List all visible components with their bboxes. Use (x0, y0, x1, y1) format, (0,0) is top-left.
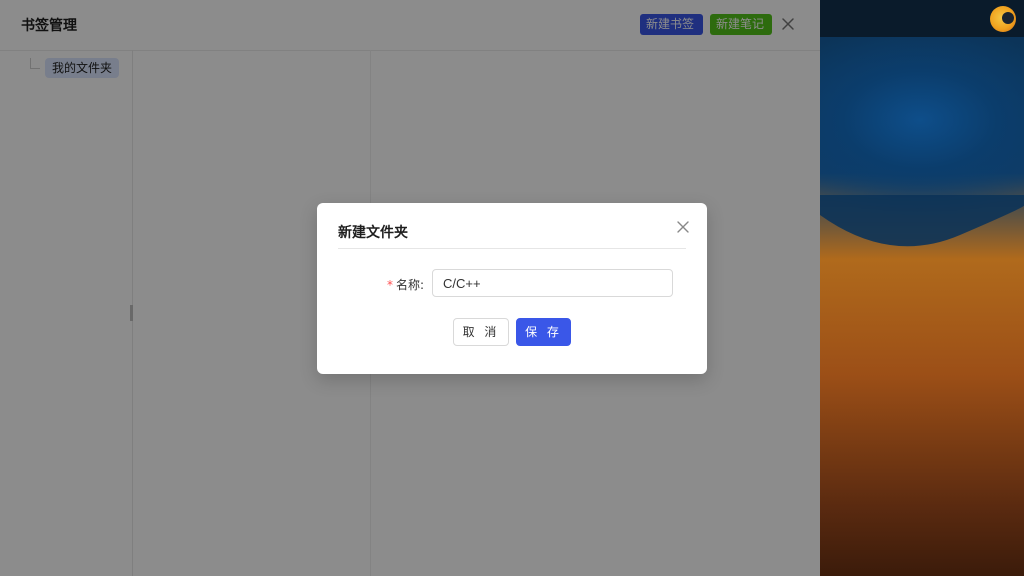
dialog-divider (338, 248, 686, 249)
dialog-title: 新建文件夹 (338, 225, 408, 241)
name-field-label: * 名称: (387, 276, 424, 293)
desktop-wallpaper (820, 0, 1024, 576)
name-label-text: 名称: (396, 278, 425, 292)
app-logo-icon[interactable] (990, 6, 1016, 32)
new-folder-dialog: 新建文件夹 *名称: 取 消 保 存 (317, 203, 707, 374)
save-button[interactable]: 保 存 (516, 318, 571, 346)
close-icon[interactable] (676, 220, 690, 234)
wallpaper-wave (820, 195, 1024, 247)
folder-name-input[interactable] (432, 269, 673, 297)
required-mark: * (387, 278, 393, 292)
cancel-button[interactable]: 取 消 (453, 318, 509, 346)
screen: 书签管理 新建书签 新建笔记 我的文件夹 新建文件夹 *名称: 取 消 保 存 (0, 0, 1024, 576)
